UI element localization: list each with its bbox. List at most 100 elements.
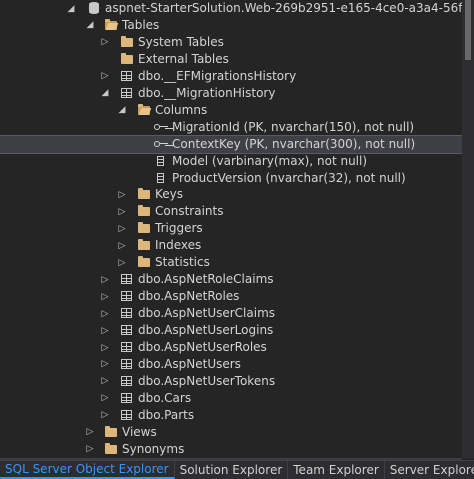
tree-node-label: aspnet-StarterSolution.Web-269b2951-e165… bbox=[105, 1, 462, 15]
table-icon bbox=[119, 356, 135, 372]
tree-node[interactable]: ▷ dbo.AspNetRoleClaims bbox=[0, 271, 462, 288]
tree-node[interactable]: External Tables bbox=[0, 51, 462, 68]
tree-node[interactable]: ▷ dbo.AspNetUserClaims bbox=[0, 305, 462, 322]
table-icon bbox=[119, 322, 135, 338]
folder-icon bbox=[136, 237, 152, 253]
collapse-arrow-icon[interactable]: ▷ bbox=[85, 424, 95, 441]
collapse-arrow-icon[interactable]: ▷ bbox=[117, 203, 127, 220]
tree-node-label: MigrationId (PK, nvarchar(150), not null… bbox=[172, 119, 415, 134]
tree-node[interactable]: ▷ dbo.AspNetUserRoles bbox=[0, 339, 462, 356]
folder-icon bbox=[136, 203, 152, 219]
tree-node[interactable]: ◢ aspnet-StarterSolution.Web-269b2951-e16… bbox=[0, 0, 462, 17]
column-icon bbox=[153, 170, 169, 186]
tab-team-explorer[interactable]: Team Explorer bbox=[288, 461, 385, 479]
tree-node-label: dbo.AspNetUsers bbox=[138, 356, 241, 371]
tree-node-label: dbo.AspNetRoles bbox=[138, 289, 240, 304]
scrollbar-thumb[interactable] bbox=[465, 0, 471, 60]
tree-node-label: dbo.AspNetUserLogins bbox=[138, 323, 274, 338]
tree-node[interactable]: ▷ dbo.AspNetUserLogins bbox=[0, 322, 462, 339]
collapse-arrow-icon[interactable]: ▷ bbox=[117, 237, 127, 254]
tree-node[interactable]: ▷ System Tables bbox=[0, 34, 462, 51]
object-explorer-tree: ◢ aspnet-StarterSolution.Web-269b2951-e16… bbox=[0, 0, 462, 458]
tool-window-tabs: SQL Server Object Explorer Solution Explo… bbox=[0, 460, 474, 479]
tree-node[interactable]: ▷ Indexes bbox=[0, 237, 462, 254]
collapse-arrow-icon[interactable]: ▷ bbox=[100, 68, 110, 85]
collapse-arrow-icon[interactable]: ▷ bbox=[100, 288, 110, 305]
collapse-arrow-icon[interactable]: ▷ bbox=[100, 390, 110, 407]
tree-node-label: dbo.AspNetUserClaims bbox=[138, 306, 276, 321]
tree-node-label: Views bbox=[122, 424, 157, 439]
key-icon bbox=[153, 119, 169, 135]
tree-node[interactable]: MigrationId (PK, nvarchar(150), not null… bbox=[0, 119, 462, 136]
tree-node-label: Columns bbox=[155, 102, 208, 117]
tree-node-label: Keys bbox=[155, 187, 184, 202]
tree-node-label: dbo.Cars bbox=[138, 390, 192, 405]
collapse-arrow-icon[interactable]: ▷ bbox=[100, 339, 110, 356]
tree-node-label: Tables bbox=[122, 17, 160, 32]
folder-icon bbox=[136, 186, 152, 202]
tree-node[interactable]: ContextKey (PK, nvarchar(300), not null) bbox=[0, 134, 462, 154]
tree-node[interactable]: ▷ Synonyms bbox=[0, 441, 462, 458]
vertical-scrollbar[interactable] bbox=[462, 0, 474, 458]
tree-node-label: dbo.AspNetRoleClaims bbox=[138, 272, 274, 287]
tree-node[interactable]: ▷ Statistics bbox=[0, 254, 462, 271]
tree-node[interactable]: ▷ Keys bbox=[0, 186, 462, 203]
collapse-arrow-icon[interactable]: ▷ bbox=[100, 305, 110, 322]
tree-node[interactable]: Model (varbinary(max), not null) bbox=[0, 153, 462, 170]
table-icon bbox=[119, 390, 135, 406]
folder-icon bbox=[119, 34, 135, 50]
open-folder-icon bbox=[103, 17, 119, 33]
folder-icon bbox=[136, 220, 152, 236]
tree-node-label: Statistics bbox=[155, 255, 210, 270]
tree-node[interactable]: ▷ Constraints bbox=[0, 203, 462, 220]
tree-node[interactable]: ▷ Triggers bbox=[0, 220, 462, 237]
tree-node[interactable]: ▷ dbo.AspNetRoles bbox=[0, 288, 462, 305]
tree-node-label: System Tables bbox=[138, 34, 224, 49]
tree-node[interactable]: ▷ dbo.AspNetUsers bbox=[0, 356, 462, 373]
expand-arrow-icon[interactable]: ◢ bbox=[66, 0, 76, 17]
table-icon bbox=[119, 407, 135, 423]
tree-node[interactable]: ▷ dbo.AspNetUserTokens bbox=[0, 373, 462, 390]
column-icon bbox=[153, 153, 169, 169]
tab-sql-server-object-explorer[interactable]: SQL Server Object Explorer bbox=[0, 461, 175, 479]
tree-node-label: Indexes bbox=[155, 238, 202, 253]
collapse-arrow-icon[interactable]: ▷ bbox=[117, 254, 127, 271]
table-icon bbox=[119, 373, 135, 389]
folder-icon bbox=[103, 424, 119, 440]
collapse-arrow-icon[interactable]: ▷ bbox=[100, 271, 110, 288]
table-icon bbox=[119, 271, 135, 287]
tree-node[interactable]: ▷ Views bbox=[0, 424, 462, 441]
collapse-arrow-icon[interactable]: ▷ bbox=[100, 356, 110, 373]
expand-arrow-icon[interactable]: ◢ bbox=[117, 102, 127, 119]
tree-node-label: dbo.__EFMigrationsHistory bbox=[138, 68, 297, 83]
tree-node-label: ContextKey (PK, nvarchar(300), not null) bbox=[172, 136, 416, 151]
tree-node-label: Triggers bbox=[155, 221, 203, 236]
tree-node[interactable]: ◢ Columns bbox=[0, 102, 462, 119]
tree-node[interactable]: ▷ dbo.Cars bbox=[0, 390, 462, 407]
tab-server-explorer[interactable]: Server Explorer bbox=[385, 461, 474, 479]
tree-node[interactable]: ▷ dbo.Parts bbox=[0, 407, 462, 424]
tree-node[interactable]: ▷ dbo.__EFMigrationsHistory bbox=[0, 68, 462, 85]
collapse-arrow-icon[interactable]: ▷ bbox=[100, 322, 110, 339]
expand-arrow-icon[interactable]: ◢ bbox=[100, 85, 110, 102]
collapse-arrow-icon[interactable]: ▷ bbox=[85, 441, 95, 458]
tab-solution-explorer[interactable]: Solution Explorer bbox=[175, 461, 289, 479]
collapse-arrow-icon[interactable]: ▷ bbox=[100, 373, 110, 390]
collapse-arrow-icon[interactable]: ▷ bbox=[117, 220, 127, 237]
tree-node[interactable]: ◢ dbo.__MigrationHistory bbox=[0, 85, 462, 102]
folder-icon bbox=[119, 51, 135, 67]
open-folder-icon bbox=[136, 102, 152, 118]
collapse-arrow-icon[interactable]: ▷ bbox=[100, 34, 110, 51]
tree-node[interactable]: ProductVersion (nvarchar(32), not null) bbox=[0, 170, 462, 187]
folder-icon bbox=[136, 254, 152, 270]
collapse-arrow-icon[interactable]: ▷ bbox=[100, 407, 110, 424]
tree-node[interactable]: ◢ Tables bbox=[0, 17, 462, 34]
tree-node-label: dbo.Parts bbox=[138, 407, 195, 422]
tree-node-label: ProductVersion (nvarchar(32), not null) bbox=[172, 170, 406, 185]
table-icon bbox=[119, 305, 135, 321]
table-icon bbox=[119, 339, 135, 355]
key-icon bbox=[153, 136, 169, 152]
table-icon bbox=[119, 68, 135, 84]
collapse-arrow-icon[interactable]: ▷ bbox=[117, 186, 127, 203]
expand-arrow-icon[interactable]: ◢ bbox=[85, 17, 95, 34]
